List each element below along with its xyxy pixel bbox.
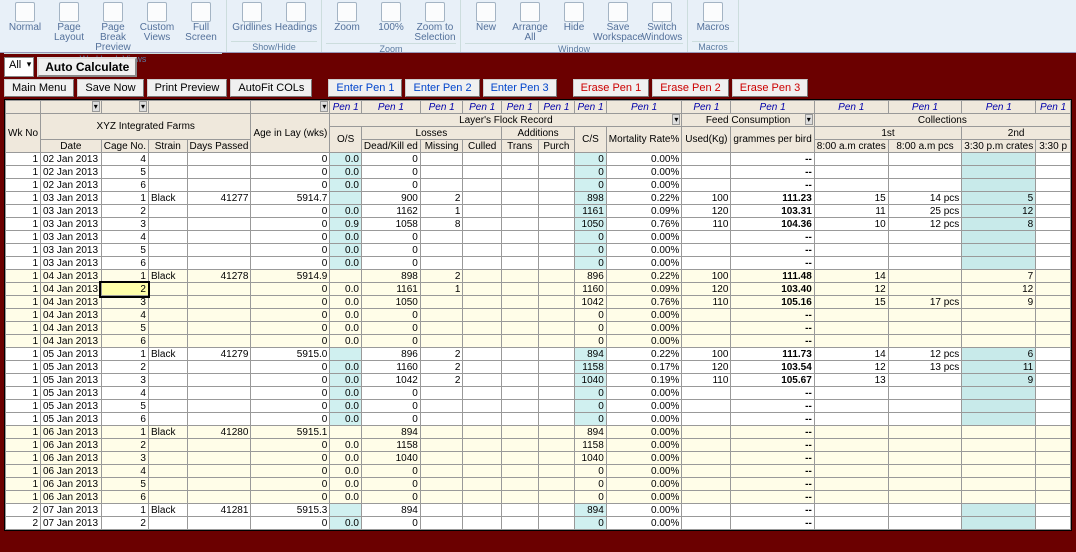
erase-pen-1-button[interactable]: Erase Pen 1 [573,79,650,97]
ribbon-new[interactable]: New [465,2,507,43]
enter-pen-2-button[interactable]: Enter Pen 2 [405,79,479,97]
print-preview-button[interactable]: Print Preview [147,79,228,97]
ribbon-arrange-all[interactable]: Arrange All [509,2,551,43]
main-menu-button[interactable]: Main Menu [4,79,74,97]
ribbon-gridlines[interactable]: Gridlines [231,2,273,33]
ribbon-hide[interactable]: Hide [553,2,595,43]
ribbon-page-break-preview[interactable]: Page Break Preview [92,2,134,53]
ribbon-icon [476,2,496,22]
ribbon-custom-views[interactable]: Custom Views [136,2,178,53]
table-row[interactable]: 104 Jan 2013200.01161111600.09%120103.40… [6,283,1071,296]
enter-pen-1-button[interactable]: Enter Pen 1 [328,79,402,97]
table-row[interactable]: 106 Jan 2013600.0000.00%-- [6,491,1071,504]
ribbon-icon [242,2,262,22]
ribbon-save-workspace[interactable]: Save Workspace [597,2,639,43]
auto-calculate-button[interactable]: Auto Calculate [37,57,137,77]
table-row[interactable]: 106 Jan 2013300.0104010400.00%-- [6,452,1071,465]
table-row[interactable]: 102 Jan 2013500.0000.00%-- [6,166,1071,179]
table-row[interactable]: 102 Jan 2013600.0000.00%-- [6,179,1071,192]
table-row[interactable]: 104 Jan 20131Black412785914.989828960.22… [6,270,1071,283]
all-dropdown[interactable]: All [4,57,34,77]
table-row[interactable]: 102 Jan 2013400.0000.00%-- [6,153,1071,166]
table-row[interactable]: 103 Jan 2013200.01162111610.09%120103.31… [6,205,1071,218]
ribbon-full-screen[interactable]: Full Screen [180,2,222,53]
ribbon-page-layout[interactable]: Page Layout [48,2,90,53]
table-row[interactable]: 104 Jan 2013500.0000.00%-- [6,322,1071,335]
ribbon-100%[interactable]: 100% [370,2,412,43]
erase-pen-3-button[interactable]: Erase Pen 3 [732,79,809,97]
table-row[interactable]: 105 Jan 2013200.01160211580.17%120103.54… [6,361,1071,374]
ribbon-icon [59,2,79,22]
table-row[interactable]: 104 Jan 2013300.0105010420.76%110105.161… [6,296,1071,309]
table-row[interactable]: 106 Jan 2013500.0000.00%-- [6,478,1071,491]
table-row[interactable]: 103 Jan 2013500.0000.00%-- [6,244,1071,257]
enter-pen-3-button[interactable]: Enter Pen 3 [483,79,557,97]
ribbon-macros[interactable]: Macros [692,2,734,33]
data-grid[interactable]: Pen 1Pen 1Pen 1Pen 1Pen 1Pen 1Pen 1Pen 1… [4,99,1072,531]
table-row[interactable]: 106 Jan 2013200.0115811580.00%-- [6,439,1071,452]
table-row[interactable]: 103 Jan 2013600.0000.00%-- [6,257,1071,270]
ribbon-zoom-to-selection[interactable]: Zoom to Selection [414,2,456,43]
ribbon-icon [608,2,628,22]
save-now-button[interactable]: Save Now [77,79,143,97]
erase-pen-2-button[interactable]: Erase Pen 2 [652,79,729,97]
table-row[interactable]: 207 Jan 2013200.0000.00%-- [6,517,1071,530]
ribbon-icon [652,2,672,22]
table-row[interactable]: 104 Jan 2013600.0000.00%-- [6,335,1071,348]
ribbon-normal[interactable]: Normal [4,2,46,53]
ribbon-icon [15,2,35,22]
table-row[interactable]: 103 Jan 2013400.0000.00%-- [6,231,1071,244]
ribbon-icon [286,2,306,22]
ribbon-icon [381,2,401,22]
ribbon-icon [564,2,584,22]
ribbon-icon [520,2,540,22]
ribbon-switch-windows[interactable]: Switch Windows [641,2,683,43]
autofit-cols-button[interactable]: AutoFit COLs [230,79,312,97]
ribbon-icon [425,2,445,22]
ribbon-icon [191,2,211,22]
ribbon-icon [703,2,723,22]
table-row[interactable]: 104 Jan 2013400.0000.00%-- [6,309,1071,322]
ribbon-icon [147,2,167,22]
ribbon-zoom[interactable]: Zoom [326,2,368,43]
ribbon-icon [337,2,357,22]
ribbon: NormalPage LayoutPage Break PreviewCusto… [0,0,1076,53]
table-row[interactable]: 103 Jan 20131Black412775914.790028980.22… [6,192,1071,205]
table-row[interactable]: 105 Jan 2013400.0000.00%-- [6,387,1071,400]
table-row[interactable]: 105 Jan 2013500.0000.00%-- [6,400,1071,413]
ribbon-headings[interactable]: Headings [275,2,317,33]
table-row[interactable]: 106 Jan 20131Black412805915.18948940.00%… [6,426,1071,439]
table-row[interactable]: 103 Jan 2013300.91058810500.76%110104.36… [6,218,1071,231]
table-row[interactable]: 105 Jan 2013300.01042210400.19%110105.67… [6,374,1071,387]
toolbar-actions: Main Menu Save Now Print Preview AutoFit… [4,79,1072,97]
ribbon-icon [103,2,123,22]
table-row[interactable]: 105 Jan 20131Black412795915.089628940.22… [6,348,1071,361]
table-row[interactable]: 105 Jan 2013600.0000.00%-- [6,413,1071,426]
table-row[interactable]: 106 Jan 2013400.0000.00%-- [6,465,1071,478]
table-row[interactable]: 207 Jan 20131Black412815915.38948940.00%… [6,504,1071,517]
